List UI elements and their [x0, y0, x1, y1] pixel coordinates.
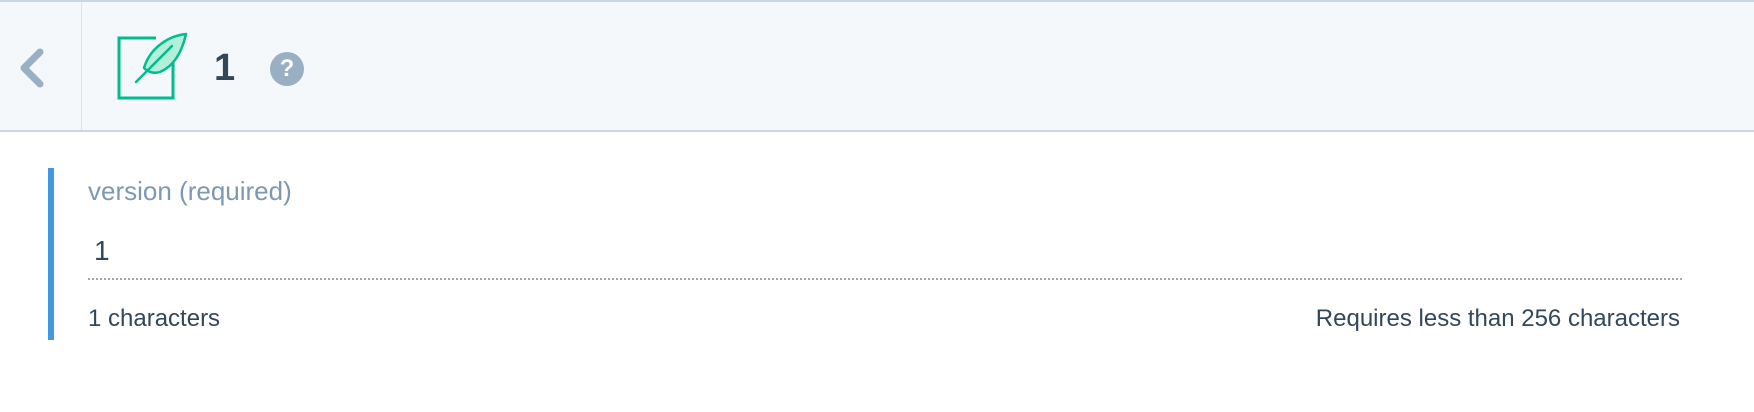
version-field-group: version (required) 1 characters Requires…	[48, 168, 1682, 340]
field-label: version (required)	[88, 176, 292, 206]
version-input[interactable]	[88, 224, 1682, 280]
header-bar: 1 ?	[0, 0, 1754, 132]
char-count: 1 characters	[88, 305, 221, 332]
back-button[interactable]	[0, 2, 82, 130]
char-limit-hint: Requires less than 256 characters	[1315, 305, 1680, 332]
question-icon[interactable]: ?	[270, 52, 304, 86]
chevron-left-icon	[20, 48, 44, 88]
page-title: 1	[214, 47, 236, 89]
quill-document-icon	[116, 32, 192, 104]
